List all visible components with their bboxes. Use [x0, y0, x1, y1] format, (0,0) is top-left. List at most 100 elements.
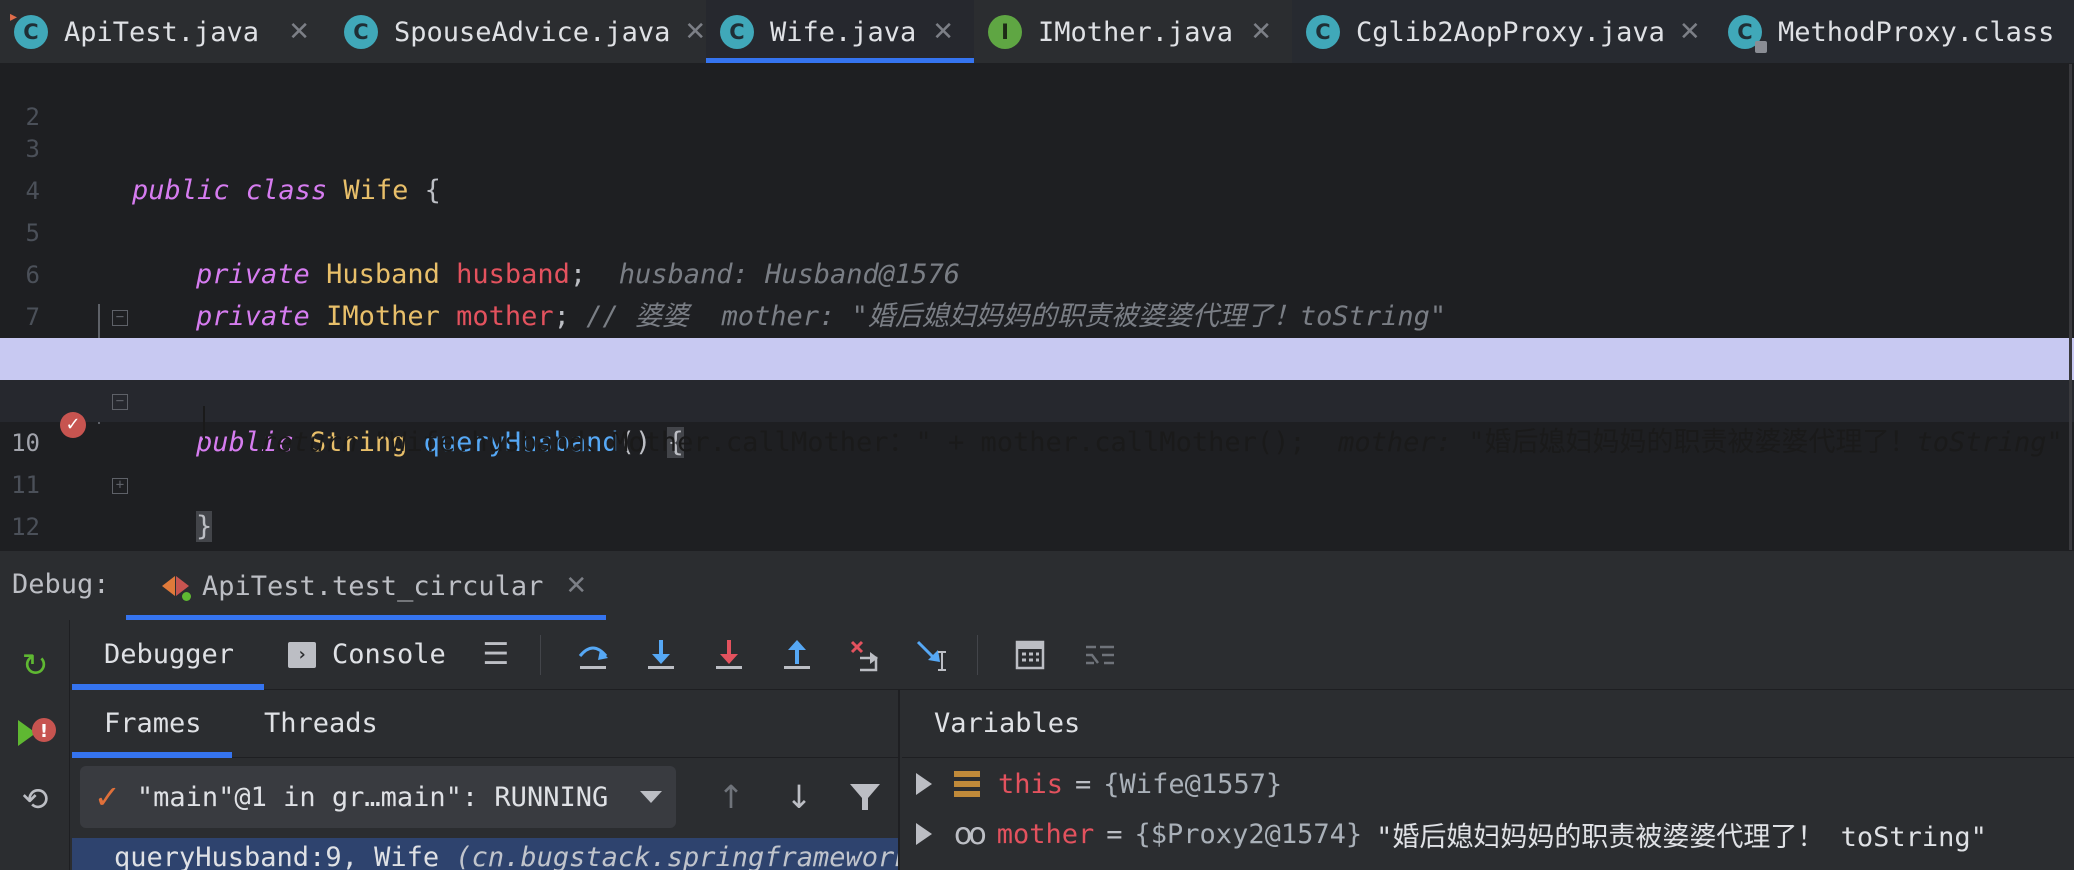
frames-tabs: Frames Threads — [72, 690, 898, 758]
toolbar-separator — [976, 634, 978, 675]
tab-imother[interactable]: I IMother.java ✕ — [974, 0, 1292, 63]
variables-title: Variables — [902, 690, 2074, 758]
code-line[interactable]: 11 — [0, 422, 2074, 499]
tab-console-label: Console — [332, 639, 446, 670]
run-marker-icon: ▸ — [10, 9, 18, 25]
class-icon: C — [1306, 15, 1340, 49]
code-line[interactable]: 10 − } — [0, 380, 2074, 542]
close-icon[interactable]: ✕ — [932, 17, 954, 47]
code-editor[interactable]: 2 3 public class Wife { 4 5 private Husb… — [0, 64, 2074, 550]
variable-value: {Wife@1557} — [1103, 768, 1283, 800]
fold-expand-icon[interactable]: + — [112, 478, 128, 494]
tab-console[interactable]: › Console — [264, 620, 468, 690]
tab-label: Cglib2AopProxy.java — [1356, 16, 1665, 48]
arrow-up-icon[interactable]: ↑ — [708, 774, 754, 820]
stack-frame-row[interactable]: queryHusband:9, Wife (cn.bugstack.spring… — [72, 838, 900, 870]
variable-tostring: "婚后媳妇妈妈的职责被婆婆代理了！ toString" — [1376, 821, 1987, 853]
variable-value: {$Proxy2@1574} — [1134, 818, 1363, 850]
svg-text:!: ! — [40, 721, 48, 742]
frame-package: (cn.bugstack.springframework — [455, 842, 900, 870]
class-icon: ▸ C — [10, 9, 48, 49]
tab-label: MethodProxy.class — [1778, 16, 2055, 48]
run-to-cursor-icon[interactable] — [907, 629, 959, 681]
filter-icon[interactable] — [842, 774, 888, 820]
tab-wife[interactable]: C Wife.java ✕ — [706, 0, 974, 63]
fold-collapse-icon[interactable]: − — [112, 310, 128, 326]
code-line[interactable]: 4 — [0, 128, 2074, 205]
tab-label: Wife.java — [770, 16, 917, 48]
close-icon[interactable]: ✕ — [288, 17, 310, 47]
menu-icon[interactable]: ☰ — [470, 629, 522, 681]
tab-debugger[interactable]: Debugger — [72, 620, 264, 690]
tab-label: ApiTest.java — [64, 16, 260, 48]
lock-icon — [1755, 41, 1767, 53]
tab-apitest[interactable]: ▸ C ApiTest.java ✕ — [0, 0, 330, 63]
code-line[interactable]: 8 − public String queryHusband() { — [0, 296, 2074, 458]
thread-selector[interactable]: ✓ "main"@1 in gr…main": RUNNING — [80, 766, 676, 828]
breakpoint-icon[interactable]: ✓ — [60, 412, 86, 438]
expand-arrow-icon[interactable] — [916, 823, 932, 845]
run-config-label: ApiTest.test_circular — [202, 570, 544, 602]
frame-method: queryHusband:9, Wife — [114, 842, 456, 870]
class-icon: C — [344, 15, 378, 49]
thread-selector-label: "main"@1 in gr…main": RUNNING — [136, 781, 609, 813]
force-step-into-icon[interactable] — [703, 629, 755, 681]
class-icon: C — [720, 15, 754, 49]
code-line[interactable]: 15 — [0, 506, 2074, 548]
close-icon[interactable]: ✕ — [565, 571, 587, 601]
debug-session-icon — [162, 572, 191, 601]
debugger-toolbar: Debugger › Console ☰ — [72, 620, 2074, 690]
code-line[interactable]: 5 private Husband husband; husband: Husb… — [0, 170, 2074, 290]
tab-frames[interactable]: Frames — [72, 690, 232, 758]
fold-end-icon[interactable]: − — [112, 394, 128, 410]
close-icon[interactable]: ✕ — [1679, 17, 1701, 47]
expand-arrow-icon[interactable] — [916, 773, 932, 795]
variable-row[interactable]: this = {Wife@1557} — [902, 760, 2074, 808]
tab-methodproxy[interactable]: C MethodProxy.class — [1714, 0, 2074, 63]
resume-program-icon[interactable]: ! — [14, 712, 56, 754]
tab-threads[interactable]: Threads — [232, 690, 410, 758]
watch-glasses-icon: oo — [954, 816, 987, 852]
tab-cglib2aopproxy[interactable]: C Cglib2AopProxy.java ✕ — [1292, 0, 1714, 63]
interface-icon: I — [988, 15, 1022, 49]
code-line[interactable]: 12 + public Husband getHusband() { retur… — [0, 464, 2074, 541]
editor-tab-bar: ▸ C ApiTest.java ✕ C SpouseAdvice.java ✕ … — [0, 0, 2074, 64]
evaluate-expression-icon[interactable] — [1004, 629, 1056, 681]
text-caret — [203, 406, 205, 444]
run-config-tab[interactable]: ApiTest.test_circular ✕ — [126, 551, 606, 621]
tab-label: SpouseAdvice.java — [394, 16, 671, 48]
toolbar-separator — [539, 634, 541, 675]
debug-tool-window-header: Debug: ApiTest.test_circular ✕ — [0, 550, 2074, 621]
variable-name: mother — [996, 818, 1095, 850]
variables-panel: Variables this = {Wife@1557} oo mother =… — [902, 690, 2074, 870]
chevron-down-icon[interactable] — [640, 791, 662, 803]
variable-row[interactable]: oo mother = {$Proxy2@1574} "婚后媳妇妈妈的职责被婆婆… — [902, 810, 2074, 858]
code-line[interactable]: 6 private IMother mother; // 婆婆 mother: … — [0, 212, 2074, 332]
drop-frame-icon[interactable] — [839, 629, 891, 681]
execution-point-line[interactable]: 9 return "Wife.husband、Mother.callMother… — [0, 338, 2074, 458]
restart-debugger-icon[interactable]: ⟲ — [14, 778, 56, 820]
field-stack-icon — [954, 771, 980, 797]
step-over-icon[interactable] — [567, 629, 619, 681]
variable-equals: = — [1106, 818, 1123, 850]
check-icon: ✓ — [94, 778, 121, 816]
step-out-icon[interactable] — [771, 629, 823, 681]
variable-name: this — [998, 768, 1064, 800]
close-icon[interactable]: ✕ — [684, 17, 706, 47]
debug-title: Debug: — [12, 569, 110, 600]
code-line[interactable]: 7 — [0, 254, 2074, 331]
tab-label: IMother.java — [1038, 16, 1234, 48]
editor-scrollbar[interactable] — [2069, 64, 2072, 550]
trace-stream-icon[interactable] — [1074, 629, 1126, 681]
arrow-down-icon[interactable]: ↓ — [776, 774, 822, 820]
console-icon: › — [288, 641, 316, 668]
class-locked-icon: C — [1728, 15, 1767, 53]
tab-spouseadvice[interactable]: C SpouseAdvice.java ✕ — [330, 0, 706, 63]
debug-side-toolbar: ↻ ! ⟲ — [0, 620, 70, 870]
code-line[interactable]: 3 public class Wife { — [0, 86, 2074, 206]
rerun-icon[interactable]: ↻ — [14, 644, 56, 686]
close-icon[interactable]: ✕ — [1250, 17, 1272, 47]
step-into-icon[interactable] — [635, 629, 687, 681]
variable-equals: = — [1075, 768, 1092, 800]
frames-panel: Frames Threads ✓ "main"@1 in gr…main": R… — [72, 690, 900, 870]
